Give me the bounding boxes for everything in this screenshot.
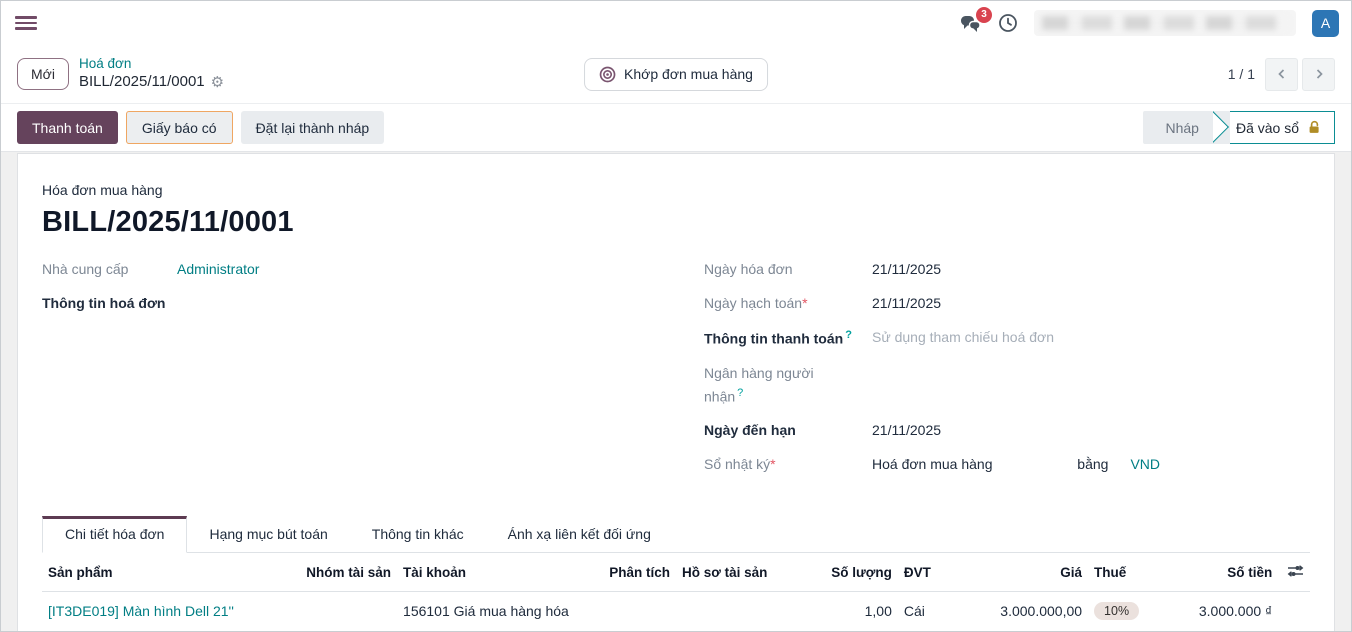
help-question-icon[interactable]: ? <box>845 329 852 341</box>
cell-tax[interactable]: 10% <box>1088 592 1170 631</box>
col-asset-group[interactable]: Nhóm tài sản <box>289 553 397 592</box>
state-draft[interactable]: Nháp <box>1143 111 1212 144</box>
journal-label: Sổ nhật ký* <box>704 456 872 476</box>
messages-button[interactable]: 3 <box>960 14 982 33</box>
optional-columns-button[interactable] <box>1278 553 1310 592</box>
invoice-lines-table: Sản phẩm Nhóm tài sản Tài khoản Phân tíc… <box>42 553 1310 631</box>
field-accounting-date: Ngày hạch toán* 21/11/2025 <box>704 295 1310 315</box>
field-grid: Nhà cung cấp Administrator Thông tin hoá… <box>42 261 1310 490</box>
reset-to-draft-button[interactable]: Đặt lại thành nháp <box>241 111 385 144</box>
accounting-date-label: Ngày hạch toán* <box>704 295 872 315</box>
document-type-label: Hóa đơn mua hàng <box>42 182 1310 198</box>
tab-other-info[interactable]: Thông tin khác <box>350 516 486 552</box>
col-product[interactable]: Sản phẩm <box>42 553 289 592</box>
cell-analytic[interactable] <box>587 592 676 631</box>
app-window: 3 A Mới Hoá đơn BILL/2025/11/0001 ⚙ <box>0 0 1352 632</box>
cell-product-link[interactable]: [IT3DE019] Màn hình Dell 21'' <box>42 592 289 631</box>
pay-button[interactable]: Thanh toán <box>17 111 118 144</box>
pager-count: 1 / 1 <box>1228 66 1255 82</box>
col-quantity[interactable]: Số lượng <box>809 553 898 592</box>
field-payment-reference: Thông tin thanh toán? Sử dụng tham chiếu… <box>704 329 1310 349</box>
tab-journal-items[interactable]: Hạng mục bút toán <box>187 516 349 552</box>
messages-count-badge: 3 <box>976 7 992 23</box>
tab-counterpart-mapping[interactable]: Ánh xạ liên kết đối ứng <box>486 516 673 552</box>
col-account[interactable]: Tài khoản <box>397 553 587 592</box>
help-question-icon[interactable]: ? <box>737 387 743 399</box>
field-due-date: Ngày đến hạn 21/11/2025 <box>704 422 1310 442</box>
new-record-button[interactable]: Mới <box>17 58 69 90</box>
field-invoice-date: Ngày hóa đơn 21/11/2025 <box>704 261 1310 281</box>
bullseye-icon <box>599 66 616 83</box>
hamburger-menu-icon[interactable] <box>15 16 37 30</box>
journal-currency-link[interactable]: VND <box>1130 456 1160 472</box>
accounting-date-value[interactable]: 21/11/2025 <box>872 295 941 315</box>
tab-invoice-lines[interactable]: Chi tiết hóa đơn <box>42 516 187 553</box>
credit-note-button[interactable]: Giấy báo có <box>126 111 233 144</box>
cell-quantity[interactable]: 1,00 <box>809 592 898 631</box>
pager-previous-button[interactable] <box>1265 58 1298 91</box>
due-date-value[interactable]: 21/11/2025 <box>872 422 941 442</box>
state-posted[interactable]: Đã vào sổ <box>1230 111 1335 144</box>
breadcrumb-parent-link[interactable]: Hoá đơn <box>79 56 224 73</box>
clock-activity-icon <box>998 13 1018 33</box>
col-uom[interactable]: ĐVT <box>898 553 968 592</box>
payment-reference-label: Thông tin thanh toán? <box>704 329 872 349</box>
user-avatar[interactable]: A <box>1312 10 1339 37</box>
control-panel: Mới Hoá đơn BILL/2025/11/0001 ⚙ Khớp đơn… <box>1 45 1351 104</box>
vendor-label: Nhà cung cấp <box>42 261 177 281</box>
cell-asset-group[interactable] <box>289 592 397 631</box>
sliders-icon <box>1287 564 1304 578</box>
vendor-value-link[interactable]: Administrator <box>177 261 259 281</box>
col-analytic[interactable]: Phân tích <box>587 553 676 592</box>
notebook-tabs: Chi tiết hóa đơn Hạng mục bút toán Thông… <box>42 516 1310 553</box>
cell-price[interactable]: 3.000.000,00 <box>968 592 1088 631</box>
breadcrumb-current-title: BILL/2025/11/0001 <box>79 73 205 92</box>
col-amount[interactable]: Số tiền <box>1170 553 1278 592</box>
invoice-date-value[interactable]: 21/11/2025 <box>872 261 941 281</box>
bill-info-label: Thông tin hoá đơn <box>42 295 177 315</box>
chevron-left-icon <box>1275 67 1289 81</box>
cell-account[interactable]: 156101 Giá mua hàng hóa <box>397 592 587 631</box>
company-name-redacted[interactable] <box>1034 10 1296 36</box>
col-asset-profile[interactable]: Hồ sơ tài sản <box>676 553 809 592</box>
table-header-row: Sản phẩm Nhóm tài sản Tài khoản Phân tíc… <box>42 553 1310 592</box>
form-statusbar: Thanh toán Giấy báo có Đặt lại thành nhá… <box>1 104 1351 152</box>
required-asterisk: * <box>770 456 775 472</box>
recipient-bank-label: Ngân hàng người nhận? <box>704 363 854 408</box>
gear-actions-icon[interactable]: ⚙ <box>211 75 224 90</box>
col-price[interactable]: Giá <box>968 553 1088 592</box>
state-widget: Nháp Đã vào sổ <box>1143 111 1335 144</box>
document-title: BILL/2025/11/0001 <box>42 206 1310 239</box>
due-date-label: Ngày đến hạn <box>704 422 872 442</box>
required-asterisk: * <box>802 295 807 311</box>
field-bill-info: Thông tin hoá đơn <box>42 295 646 315</box>
chevron-right-icon <box>1312 67 1326 81</box>
activities-button[interactable] <box>998 13 1018 33</box>
payment-reference-input[interactable]: Sử dụng tham chiếu hoá đơn <box>872 329 1054 349</box>
field-vendor: Nhà cung cấp Administrator <box>42 261 646 281</box>
invoice-form-sheet: Hóa đơn mua hàng BILL/2025/11/0001 Nhà c… <box>17 153 1335 631</box>
state-arrow-divider <box>1213 111 1230 144</box>
content-area: Hóa đơn mua hàng BILL/2025/11/0001 Nhà c… <box>1 152 1351 631</box>
pager-next-button[interactable] <box>1302 58 1335 91</box>
cell-amount[interactable]: 3.000.000 ₫ <box>1170 592 1278 631</box>
cell-asset-profile[interactable] <box>676 592 809 631</box>
top-navbar: 3 A <box>1 1 1351 45</box>
invoice-date-label: Ngày hóa đơn <box>704 261 872 281</box>
field-journal: Sổ nhật ký* Hoá đơn mua hàng bằng VND <box>704 456 1310 476</box>
journal-value[interactable]: Hoá đơn mua hàng <box>872 456 1077 472</box>
invoice-line-row[interactable]: [IT3DE019] Màn hình Dell 21'' 156101 Giá… <box>42 592 1310 631</box>
journal-in-word: bằng <box>1077 456 1108 472</box>
col-tax[interactable]: Thuế <box>1088 553 1170 592</box>
cell-uom[interactable]: Cái <box>898 592 968 631</box>
tax-badge: 10% <box>1094 602 1139 620</box>
lock-open-icon <box>1307 120 1322 135</box>
breadcrumb: Hoá đơn BILL/2025/11/0001 ⚙ <box>79 56 224 92</box>
match-purchase-order-button[interactable]: Khớp đơn mua hàng <box>584 58 768 91</box>
field-recipient-bank: Ngân hàng người nhận? <box>704 363 1310 408</box>
